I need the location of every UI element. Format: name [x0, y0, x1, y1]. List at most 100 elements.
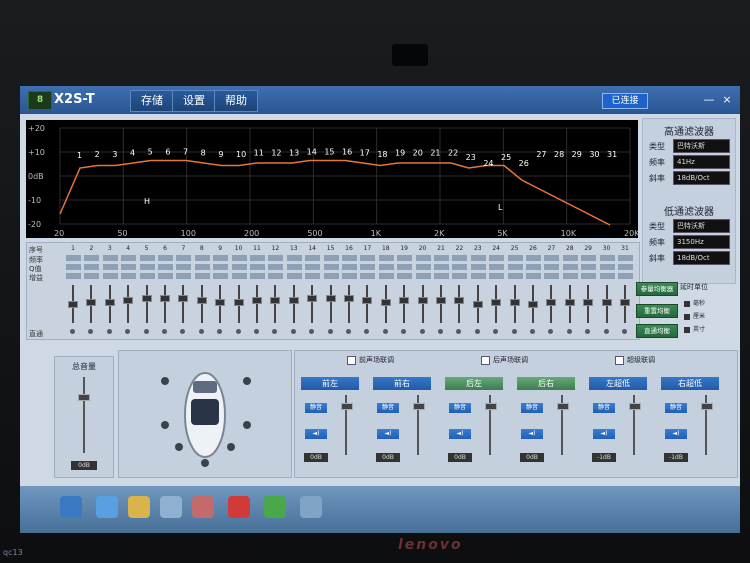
gain-cell[interactable] [618, 273, 633, 279]
band-bypass-toggle[interactable] [143, 329, 149, 334]
speaker-icon[interactable]: ◄) [521, 429, 543, 439]
band-gain-slider[interactable] [104, 299, 115, 306]
band-bypass-toggle[interactable] [401, 329, 407, 334]
gain-cell[interactable] [231, 273, 247, 279]
q-cell[interactable] [489, 264, 505, 270]
band-gain-slider[interactable] [86, 299, 97, 306]
band-bypass-toggle[interactable] [162, 329, 167, 334]
q-cell[interactable] [378, 264, 394, 270]
band-gain-slider[interactable] [528, 301, 538, 308]
q-cell[interactable] [544, 264, 560, 270]
band-gain-slider[interactable] [123, 297, 134, 304]
band-bypass-toggle[interactable] [217, 329, 223, 334]
q-cell[interactable] [618, 264, 633, 270]
gain-cell[interactable] [66, 273, 81, 279]
speaker-icon[interactable]: ◄) [305, 429, 327, 439]
band-bypass-toggle[interactable] [327, 329, 333, 334]
band-bypass-toggle[interactable] [125, 329, 131, 334]
close-icon[interactable]: × [720, 93, 734, 107]
q-cell[interactable] [158, 264, 173, 270]
freq-cell[interactable] [507, 255, 523, 261]
freq-cell[interactable] [121, 255, 137, 261]
channel-gain-slider[interactable] [557, 403, 569, 410]
menu-help[interactable]: 帮助 [214, 90, 258, 112]
q-cell[interactable] [342, 264, 357, 270]
q-cell[interactable] [102, 264, 118, 270]
band-bypass-toggle[interactable] [180, 329, 186, 334]
lowpass-marker[interactable]: L [498, 203, 503, 212]
gain-cell[interactable] [360, 273, 376, 279]
gain-cell[interactable] [84, 273, 100, 279]
freq-cell[interactable] [378, 255, 394, 261]
band-bypass-toggle[interactable] [622, 329, 627, 334]
freq-cell[interactable] [452, 255, 468, 261]
freq-cell[interactable] [360, 255, 376, 261]
gain-cell[interactable] [415, 273, 431, 279]
menu-settings[interactable]: 设置 [172, 90, 216, 112]
gain-cell[interactable] [121, 273, 137, 279]
highpass-type-select[interactable]: 巴特沃斯 [673, 139, 730, 153]
lowpass-type-select[interactable]: 巴特沃斯 [673, 219, 730, 233]
freq-cell[interactable] [581, 255, 597, 261]
bypass-eq-button[interactable]: 直通均衡 [636, 324, 678, 338]
minimize-icon[interactable]: — [702, 93, 716, 107]
q-cell[interactable] [415, 264, 431, 270]
band-gain-slider[interactable] [270, 297, 281, 304]
band-gain-slider[interactable] [288, 297, 299, 304]
gain-cell[interactable] [434, 273, 449, 279]
speaker-icon[interactable]: ◄) [449, 429, 471, 439]
q-cell[interactable] [562, 264, 578, 270]
channel-gain-slider[interactable] [341, 403, 353, 410]
gain-cell[interactable] [286, 273, 302, 279]
browser-icon[interactable] [228, 496, 250, 518]
band-gain-slider[interactable] [380, 299, 391, 306]
band-gain-slider[interactable] [583, 299, 594, 306]
band-bypass-toggle[interactable] [346, 329, 351, 334]
band-gain-slider[interactable] [399, 297, 410, 304]
q-cell[interactable] [526, 264, 541, 270]
super-link-checkbox[interactable]: 超级联调 [615, 355, 655, 365]
band-bypass-toggle[interactable] [364, 329, 370, 334]
gain-cell[interactable] [599, 273, 615, 279]
q-cell[interactable] [213, 264, 229, 270]
q-cell[interactable] [84, 264, 100, 270]
q-cell[interactable] [397, 264, 413, 270]
freq-cell[interactable] [618, 255, 633, 261]
band-bypass-toggle[interactable] [106, 329, 112, 334]
gain-cell[interactable] [342, 273, 357, 279]
freq-cell[interactable] [286, 255, 302, 261]
band-bypass-toggle[interactable] [290, 329, 296, 334]
freq-cell[interactable] [213, 255, 229, 261]
band-bypass-toggle[interactable] [493, 329, 499, 334]
channel-header[interactable]: 后左 [445, 377, 503, 390]
channel-header[interactable]: 后右 [517, 377, 575, 390]
band-bypass-toggle[interactable] [88, 329, 94, 334]
gain-cell[interactable] [489, 273, 505, 279]
q-cell[interactable] [231, 264, 247, 270]
freq-cell[interactable] [489, 255, 505, 261]
channel-header[interactable]: 前右 [373, 377, 431, 390]
freq-cell[interactable] [102, 255, 118, 261]
channel-header[interactable]: 前左 [301, 377, 359, 390]
tool-icon[interactable] [192, 496, 214, 518]
q-cell[interactable] [66, 264, 81, 270]
q-cell[interactable] [286, 264, 302, 270]
channel-mute-button[interactable]: 静音 [377, 403, 399, 413]
freq-cell[interactable] [158, 255, 173, 261]
band-bypass-toggle[interactable] [198, 329, 204, 334]
band-bypass-toggle[interactable] [419, 329, 425, 334]
q-cell[interactable] [470, 264, 486, 270]
gain-cell[interactable] [544, 273, 560, 279]
q-cell[interactable] [176, 264, 192, 270]
delay-unit-cm[interactable]: 厘米 [684, 311, 705, 320]
gain-cell[interactable] [378, 273, 394, 279]
band-gain-slider[interactable] [564, 299, 575, 306]
gain-cell[interactable] [102, 273, 118, 279]
gain-cell[interactable] [323, 273, 339, 279]
band-bypass-toggle[interactable] [235, 329, 241, 334]
band-gain-slider[interactable] [509, 299, 520, 306]
highpass-marker[interactable]: H [144, 197, 150, 206]
delay-unit-ms[interactable]: 毫秒 [684, 298, 705, 307]
q-cell[interactable] [139, 264, 155, 270]
freq-cell[interactable] [397, 255, 413, 261]
